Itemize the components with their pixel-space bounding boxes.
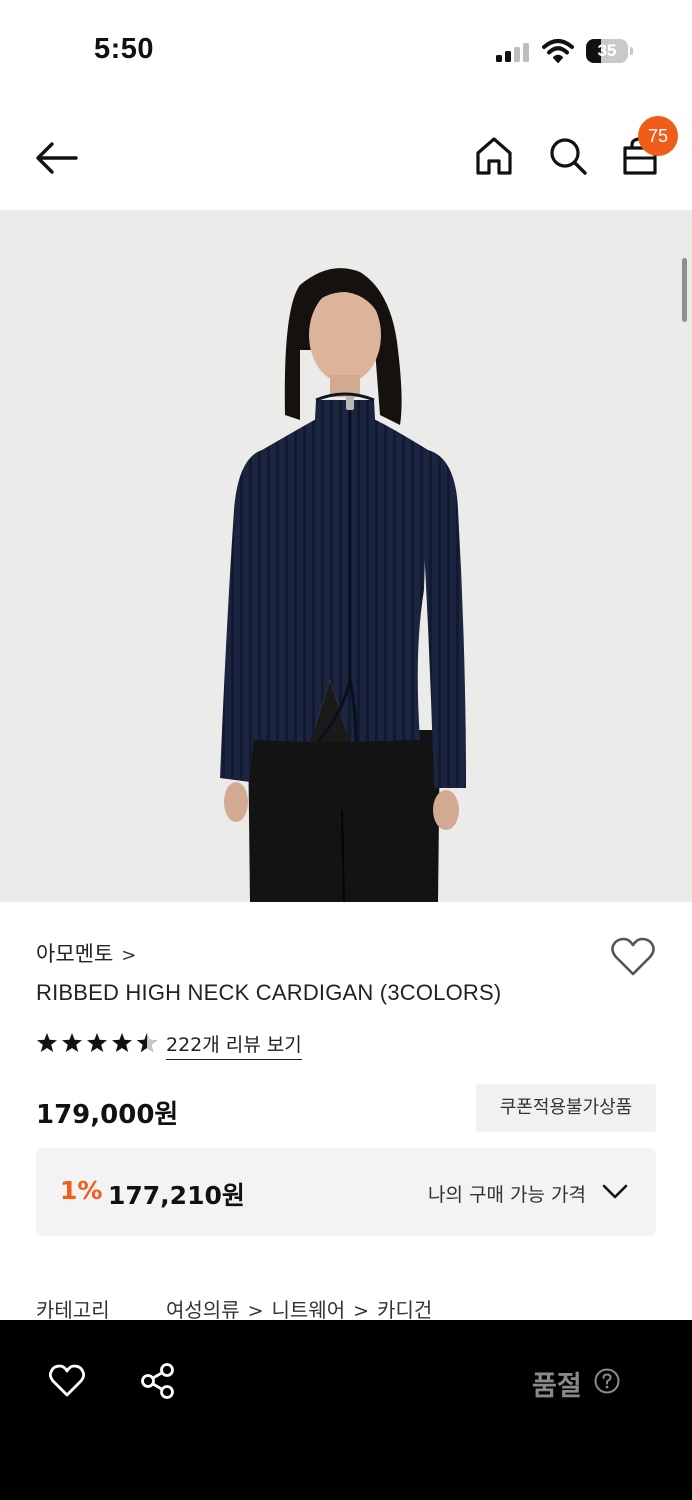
product-price: 179,000원: [36, 1100, 179, 1130]
brand-chevron: >: [121, 945, 137, 966]
battery-icon: 35: [586, 39, 634, 63]
review-link[interactable]: 222개 리뷰 보기: [166, 1030, 302, 1060]
status-time: 5:50: [94, 33, 155, 65]
product-name: RIBBED HIGH NECK CARDIGAN (3COLORS): [36, 980, 502, 1005]
rating-stars: [37, 1033, 157, 1052]
scrollbar-thumb[interactable]: [682, 258, 687, 322]
battery-level: 35: [597, 41, 617, 60]
brand-name: 아모멘토: [36, 942, 114, 966]
top-nav-bar: [0, 100, 692, 210]
discount-price: 177,210원: [108, 1181, 245, 1210]
status-bar: 5:50 35: [0, 0, 692, 100]
member-price-dropdown[interactable]: 1% 177,210원 나의 구매 가능 가격: [36, 1148, 656, 1236]
brand-link[interactable]: 아모멘토 >: [36, 938, 136, 968]
signal-icon: [496, 43, 529, 62]
discount-percent: 1%: [60, 1176, 103, 1205]
coupon-unavailable-badge: 쿠폰적용불가상품: [476, 1084, 656, 1132]
wifi-icon: [542, 39, 574, 63]
battery-body: 35: [586, 39, 628, 63]
breadcrumb-separator: >: [353, 1300, 370, 1322]
category-item-knitwear[interactable]: 니트웨어: [272, 1298, 346, 1322]
heart-icon[interactable]: [48, 1364, 86, 1398]
cart-count-badge: 75: [638, 116, 678, 156]
product-image[interactable]: [0, 210, 692, 902]
share-icon[interactable]: [140, 1362, 176, 1400]
battery-nub: [630, 47, 633, 55]
category-item-cardigan[interactable]: 카디건: [377, 1298, 432, 1322]
chevron-down-icon: [602, 1184, 628, 1199]
product-photo: [0, 210, 692, 902]
category-label: 카테고리: [36, 1298, 110, 1322]
bottom-action-bar: 품절: [0, 1320, 692, 1500]
search-icon[interactable]: [546, 134, 590, 178]
back-arrow-icon[interactable]: [32, 138, 80, 178]
member-price-label: 나의 구매 가능 가격: [428, 1184, 586, 1206]
category-item-womens[interactable]: 여성의류: [166, 1298, 240, 1322]
soldout-label: 품절: [532, 1371, 582, 1402]
category-breadcrumb: 여성의류 > 니트웨어 > 카디건: [166, 1294, 432, 1323]
breadcrumb-separator: >: [247, 1300, 264, 1322]
wishlist-heart-icon[interactable]: [610, 936, 656, 978]
help-icon[interactable]: [594, 1368, 620, 1394]
home-icon[interactable]: [472, 134, 516, 178]
